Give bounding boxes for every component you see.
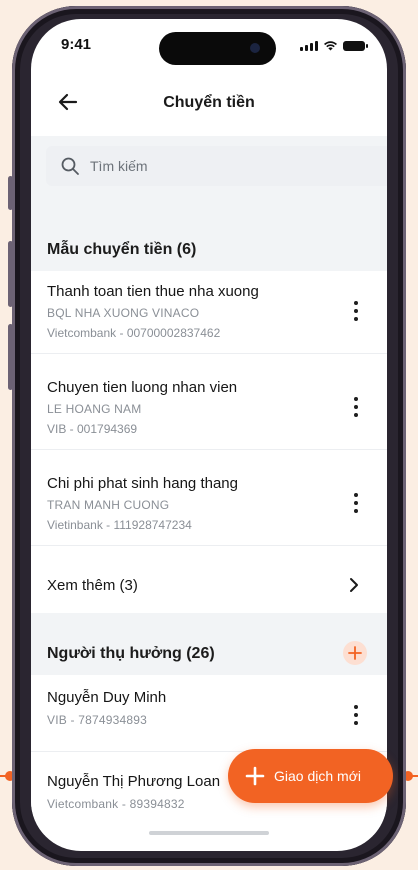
header: Chuyển tiền <box>31 79 387 129</box>
template-title: Thanh toan tien thue nha xuong <box>47 283 259 300</box>
template-item[interactable]: Chuyen tien luong nhan vien LE HOANG NAM… <box>31 367 387 450</box>
template-recipient: BQL NHA XUONG VINACO <box>47 306 200 320</box>
kebab-menu-icon[interactable] <box>353 493 359 517</box>
templates-header-band <box>31 196 387 280</box>
screen: 9:41 Chuyển tiền Tìm kiếm Mẫu chuyển tiề… <box>31 19 387 851</box>
template-account: Vietinbank - 111928747234 <box>47 518 192 532</box>
beneficiaries-section-title: Người thụ hưởng (26) <box>47 645 215 662</box>
beneficiary-account: Vietcombank - 89394832 <box>47 797 185 811</box>
plus-icon <box>348 646 362 660</box>
beneficiary-account: VIB - 7874934893 <box>47 713 147 727</box>
kebab-menu-icon[interactable] <box>353 397 359 421</box>
template-title: Chi phi phat sinh hang thang <box>47 475 238 492</box>
search-placeholder: Tìm kiếm <box>90 158 148 174</box>
battery-icon <box>343 41 368 51</box>
plus-icon <box>245 766 265 786</box>
status-time: 9:41 <box>61 36 92 53</box>
new-transaction-button[interactable]: Giao dịch mới <box>228 749 393 803</box>
search-input[interactable]: Tìm kiếm <box>46 146 387 186</box>
add-beneficiary-button[interactable] <box>343 641 367 665</box>
volume-up-button <box>8 241 13 307</box>
beneficiary-item[interactable]: Nguyễn Duy Minh VIB - 7874934893 <box>31 675 387 752</box>
status-bar: 9:41 <box>31 19 387 69</box>
signal-icon <box>300 41 318 51</box>
template-recipient: LE HOANG NAM <box>47 402 142 416</box>
phone-frame: 9:41 Chuyển tiền Tìm kiếm Mẫu chuyển tiề… <box>8 6 406 866</box>
dynamic-island <box>159 32 276 65</box>
search-icon <box>61 157 79 175</box>
see-more-templates-link[interactable]: Xem thêm (3) <box>31 559 387 613</box>
camera-icon <box>250 43 260 53</box>
template-account: VIB - 001794369 <box>47 422 138 436</box>
volume-down-button <box>8 324 13 390</box>
template-item[interactable]: Chi phi phat sinh hang thang TRAN MANH C… <box>31 463 387 546</box>
template-title: Chuyen tien luong nhan vien <box>47 379 238 396</box>
kebab-menu-icon[interactable] <box>353 301 359 325</box>
beneficiary-name: Nguyễn Duy Minh <box>47 689 167 706</box>
kebab-menu-icon[interactable] <box>353 705 359 729</box>
templates-section-title: Mẫu chuyển tiền (6) <box>47 241 197 258</box>
beneficiary-name: Nguyễn Thị Phương Loan <box>47 773 221 790</box>
template-recipient: TRAN MANH CUONG <box>47 498 170 512</box>
wifi-icon <box>324 41 337 51</box>
status-icons <box>300 40 368 51</box>
page-title: Chuyển tiền <box>163 94 255 111</box>
beneficiaries-header-band <box>31 613 387 675</box>
see-more-label: Xem thêm (3) <box>47 577 138 594</box>
new-transaction-label: Giao dịch mới <box>274 768 361 784</box>
chevron-right-icon <box>350 578 358 592</box>
action-button <box>8 176 13 210</box>
template-item[interactable]: Thanh toan tien thue nha xuong BQL NHA X… <box>31 271 387 354</box>
home-indicator <box>149 831 269 835</box>
template-account: Vietcombank - 00700002837462 <box>47 326 221 340</box>
